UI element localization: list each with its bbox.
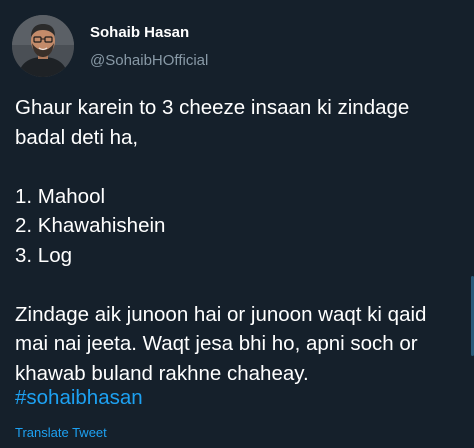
tweet-list-item: 2. Khawahishein xyxy=(15,214,166,237)
tweet-line: Ghaur karein to 3 cheeze insaan ki zinda… xyxy=(15,96,410,119)
translate-tweet-link[interactable]: Translate Tweet xyxy=(15,425,107,441)
tweet-line: Zindage aik junoon hai or junoon waqt ki… xyxy=(15,302,427,326)
hashtag-link[interactable]: #sohaibhasan xyxy=(15,384,143,412)
tweet-list-item: 3. Log xyxy=(15,243,72,267)
author-avatar[interactable] xyxy=(12,15,74,77)
tweet-list-item: 1. Mahool xyxy=(15,184,106,208)
author-display-name[interactable]: Sohaib Hasan xyxy=(90,24,189,42)
profile-photo-icon xyxy=(12,15,74,77)
author-handle[interactable]: @SohaibHOfficial xyxy=(90,52,208,70)
tweet-line: mai nai jeeta. Waqt jesa bhi ho, apni so… xyxy=(15,332,418,355)
tweet-line: badal deti ha, xyxy=(15,125,139,149)
tweet-text: Ghaur karein to 3 cheeze insaan ki zinda… xyxy=(15,93,455,388)
